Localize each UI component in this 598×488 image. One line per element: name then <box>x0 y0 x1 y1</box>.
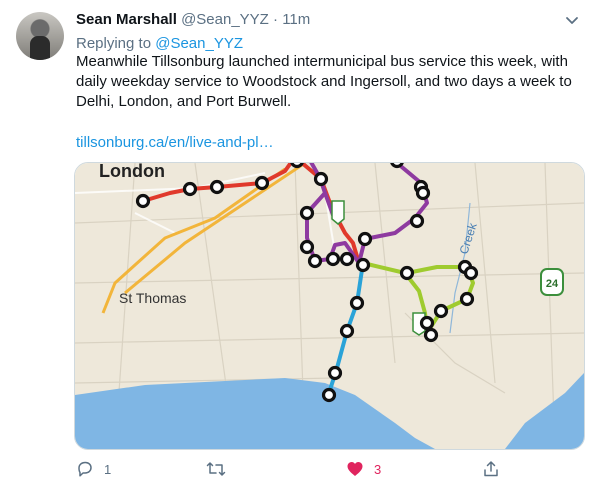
map-label-st-thomas: St Thomas <box>119 290 186 306</box>
like-button[interactable]: 3 <box>346 458 381 480</box>
reply-handle-link[interactable]: @Sean_YYZ <box>155 35 243 52</box>
map-label-hwy24: 24 <box>546 278 559 290</box>
separator: · <box>273 11 279 28</box>
replying-to: Replying to @Sean_YYZ <box>76 35 243 52</box>
reply-icon <box>76 460 94 478</box>
share-icon <box>482 460 500 478</box>
map-label-london: London <box>99 163 165 181</box>
reply-prefix: Replying to <box>76 35 156 52</box>
avatar[interactable] <box>16 12 64 60</box>
author-name[interactable]: Sean Marshall <box>76 11 177 28</box>
reply-count: 1 <box>104 461 112 477</box>
share-button[interactable] <box>482 458 500 480</box>
retweet-button[interactable] <box>206 458 236 480</box>
like-count: 3 <box>374 461 382 477</box>
tweet-time[interactable]: 11m <box>282 11 310 28</box>
transit-map: London St Thomas Creek 24 <box>75 163 584 449</box>
heart-icon <box>346 460 364 478</box>
tweet-text: Meanwhile Tillsonburg launched intermuni… <box>76 53 572 110</box>
reply-button[interactable]: 1 <box>76 458 111 480</box>
more-options-chevron-down-icon[interactable] <box>562 12 582 32</box>
tweet-link[interactable]: tillsonburg.ca/en/live-and-pl… <box>76 134 274 151</box>
tweet-header: Sean Marshall @Sean_YYZ · 11m <box>76 11 310 28</box>
retweet-icon <box>206 460 226 478</box>
tweet-actions: 1 3 <box>76 458 516 480</box>
author-handle[interactable]: @Sean_YYZ <box>181 11 269 28</box>
map-image[interactable]: London St Thomas Creek 24 <box>74 162 585 450</box>
